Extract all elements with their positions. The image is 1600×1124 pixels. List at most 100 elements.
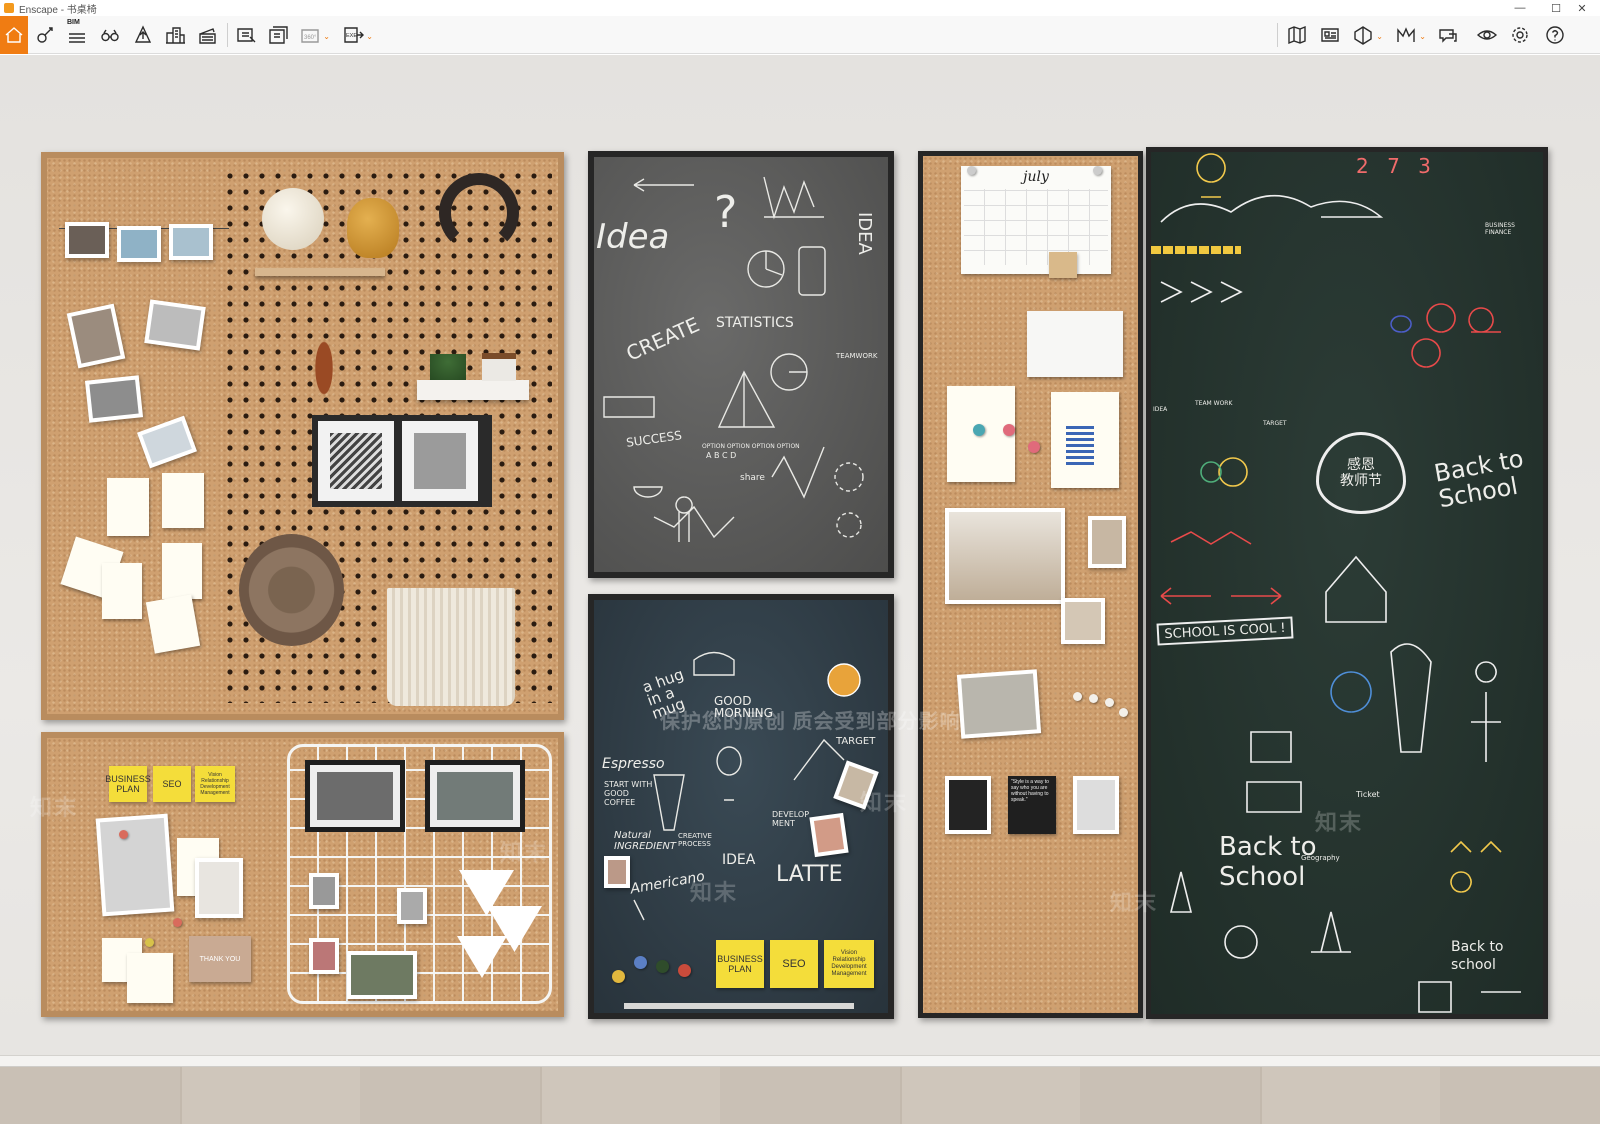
framed-photo — [305, 760, 405, 832]
exe-label: EXE — [346, 33, 357, 39]
hanging-photo — [169, 224, 213, 260]
baseboard — [0, 1055, 1600, 1067]
push-pin — [1028, 441, 1040, 453]
pinned-photo — [1088, 516, 1126, 568]
bim-icon — [69, 33, 85, 43]
chalk-doodles — [603, 176, 864, 542]
help-icon — [1546, 26, 1564, 44]
july-calendar: july — [961, 166, 1111, 274]
minimize-button[interactable]: — — [1502, 0, 1538, 16]
magnet — [612, 970, 625, 983]
felt-hat — [239, 534, 344, 646]
globe-ornament — [262, 188, 324, 250]
push-pin — [1119, 708, 1128, 717]
chevron-down-icon[interactable]: ⌄ — [1419, 32, 1426, 41]
watermark: 知末 — [1315, 810, 1364, 835]
settings-icon — [1512, 27, 1528, 43]
pinned-photo — [144, 299, 206, 351]
upload-icon — [134, 25, 152, 43]
exe-export-icon: EXE — [344, 27, 364, 43]
sticky-note-business: BUSINESS PLAN — [716, 940, 764, 988]
pencil-cup — [482, 353, 516, 381]
visual-settings-icon — [1476, 30, 1498, 40]
sticky-note-business: BUSINESS PLAN — [105, 766, 151, 802]
map-button[interactable] — [1283, 20, 1311, 50]
watermark: 知末 — [30, 795, 79, 820]
green-chalkboard: 2 7 3 BUSINESS FINANCE TEAM WORK TARGET … — [1146, 147, 1548, 1019]
protection-watermark: 保护您的原创 质会受到部分影响 — [660, 711, 961, 733]
sticky-note-seo: SEO — [770, 940, 818, 988]
cork-panel-lower: BUSINESS PLAN SEO Vision Relationship De… — [41, 732, 564, 1017]
binoculars-button[interactable] — [96, 20, 124, 50]
marker-tray — [624, 1003, 854, 1009]
chevron-down-icon[interactable]: ⌄ — [1376, 32, 1383, 41]
feedback-button[interactable] — [1434, 20, 1462, 50]
white-shelf — [417, 380, 529, 400]
watermark: 知末 — [860, 790, 909, 815]
video-editor-button[interactable] — [193, 20, 221, 50]
chalk-doodles — [1160, 153, 1521, 1013]
toolbar-separator — [227, 23, 228, 47]
chevron-down-icon[interactable]: ⌄ — [323, 32, 330, 41]
section-icon — [1354, 26, 1372, 45]
material-editor-button[interactable]: ⌄ — [1392, 20, 1426, 50]
push-pin — [973, 424, 985, 436]
pinned-note — [127, 953, 173, 1003]
asset-library-icon — [37, 27, 53, 43]
enscape-toolbar: BIM 360° ⌄ EXE ⌄ ⌄ ⌄ — [0, 16, 1600, 66]
batch-render-icon — [269, 26, 288, 44]
settings-button[interactable] — [1506, 20, 1534, 50]
pinned-note — [162, 543, 202, 599]
sticky-note-vision: Vision Relationship Development Manageme… — [195, 766, 235, 802]
enscape-window: { "window": {"title": "Enscape - 书桌椅", "… — [0, 0, 1600, 1124]
toolbar-separator — [1277, 23, 1278, 47]
upload-button[interactable] — [129, 20, 157, 50]
bim-button[interactable]: BIM — [63, 19, 91, 50]
chevron-down-icon[interactable]: ⌄ — [366, 32, 373, 41]
batch-render-button[interactable] — [264, 20, 292, 50]
push-pin — [1003, 424, 1015, 436]
buildings-button[interactable] — [161, 20, 189, 50]
wooden-monkey — [309, 323, 339, 413]
window-title: Enscape - 书桌椅 — [19, 4, 97, 16]
pinned-photo — [1061, 598, 1105, 644]
close-button[interactable]: ✕ — [1564, 0, 1600, 16]
panorama-icon: 360° — [301, 29, 319, 43]
magnet — [634, 956, 647, 969]
clipped-photo — [309, 873, 339, 909]
feedback-icon — [1439, 29, 1457, 43]
hanging-photo — [65, 222, 109, 258]
pinned-photo — [604, 856, 630, 888]
buildings-icon — [166, 27, 185, 44]
home-button[interactable] — [0, 16, 28, 54]
navy-chalkboard: a hug in a mug GOOD MORNING TARGET Espre… — [588, 594, 894, 1019]
exe-export-button[interactable]: EXE ⌄ — [339, 20, 373, 50]
pinned-note — [107, 478, 149, 536]
push-pin — [173, 918, 182, 927]
view-management-button[interactable] — [1316, 20, 1344, 50]
push-pin — [1089, 694, 1098, 703]
magnet — [656, 960, 669, 973]
render-viewport[interactable]: BUSINESS PLAN SEO Vision Relationship De… — [0, 55, 1600, 1124]
push-pin — [1105, 698, 1114, 707]
home-icon — [5, 27, 23, 43]
visual-settings-button[interactable] — [1473, 20, 1501, 50]
pinned-photo — [95, 813, 175, 917]
watermark: 知末 — [690, 880, 739, 905]
pinned-photo — [945, 776, 991, 834]
magnet — [678, 964, 691, 977]
pinned-photo — [195, 858, 243, 918]
asset-library-button[interactable] — [31, 20, 59, 50]
clipped-photo — [397, 888, 427, 924]
framed-photo — [425, 760, 525, 832]
push-pin — [967, 166, 976, 175]
screenshot-button[interactable] — [232, 20, 260, 50]
push-pin — [119, 830, 128, 839]
pinned-photo — [84, 375, 144, 423]
help-button[interactable] — [1541, 20, 1569, 50]
pinned-note — [102, 563, 142, 619]
section-button[interactable]: ⌄ — [1349, 20, 1383, 50]
pinned-note — [145, 594, 201, 654]
bim-label: BIM — [67, 19, 80, 26]
panorama-button[interactable]: 360° ⌄ — [296, 20, 330, 50]
